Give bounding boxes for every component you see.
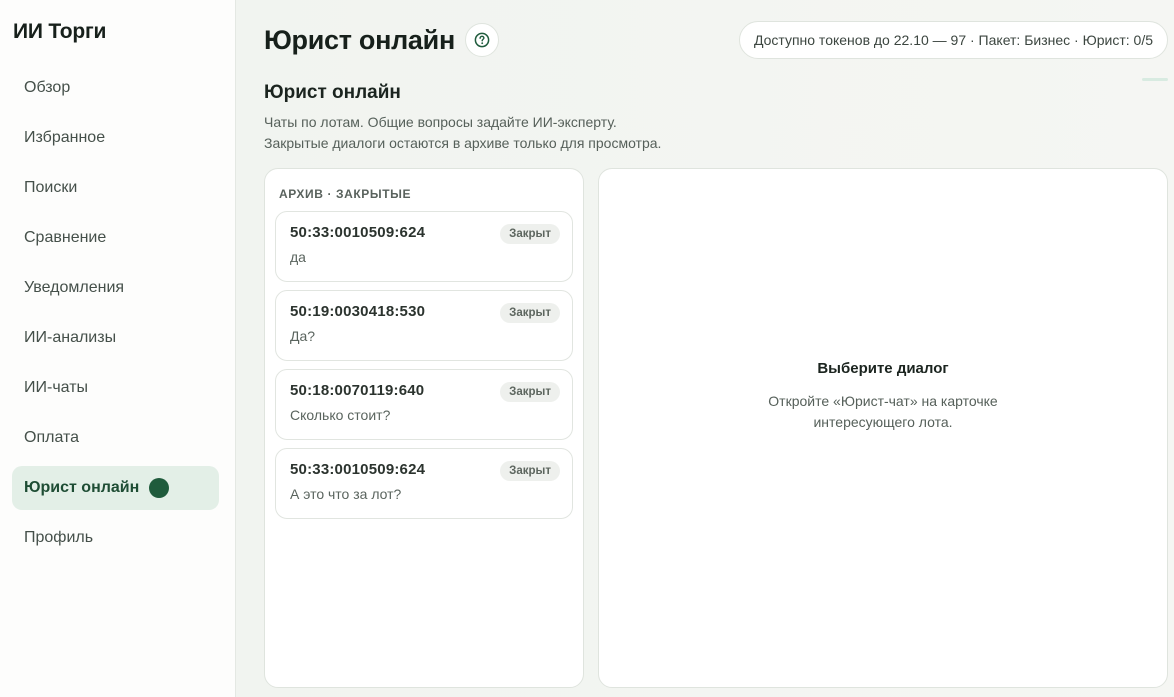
sidebar-item-favorites[interactable]: Избранное [12, 116, 219, 160]
section-description-line: Чаты по лотам. Общие вопросы задайте ИИ-… [264, 114, 617, 130]
sidebar-item-lawyer-online[interactable]: Юрист онлайн [12, 466, 219, 510]
section-title: Юрист онлайн [264, 82, 401, 103]
sidebar-item-label: Уведомления [24, 279, 125, 296]
empty-state-title: Выберите диалог [817, 359, 949, 377]
chat-preview: да [290, 249, 306, 265]
sidebar-item-ai-chats[interactable]: ИИ-чаты [12, 366, 219, 410]
sidebar-item-label: ИИ-чаты [24, 379, 89, 396]
sidebar-item-label: Юрист онлайн [24, 479, 140, 496]
chat-list-item[interactable]: 50:33:0010509:624 да Закрыт [275, 211, 573, 282]
sidebar-item-notifications[interactable]: Уведомления [12, 266, 219, 310]
sidebar-item-label: Оплата [24, 429, 80, 446]
chat-list-panel: Архив · закрытые 50:33:0010509:624 да За… [264, 168, 584, 688]
status-badge: Закрыт [500, 461, 560, 481]
sidebar-item-profile[interactable]: Профиль [12, 516, 219, 560]
sidebar-item-label: Профиль [24, 529, 94, 546]
section-description-line: Закрытые диалоги остаются в архиве тольк… [264, 135, 662, 151]
chat-list-item[interactable]: 50:19:0030418:530 Да? Закрыт [275, 290, 573, 361]
app-root: ИИ Торги Обзор Избранное Поиски Сравнени… [0, 0, 1174, 697]
sidebar-item-ai-analyses[interactable]: ИИ-анализы [12, 316, 219, 360]
empty-state-description: Откройте «Юрист-чат» на карточке интерес… [768, 392, 998, 430]
sidebar-item-comparison[interactable]: Сравнение [12, 216, 219, 260]
status-badge: Закрыт [500, 224, 560, 244]
decorative-line [1142, 78, 1168, 81]
section-description: Чаты по лотам. Общие вопросы задайте ИИ-… [264, 112, 1174, 154]
page-title: Юрист онлайн [264, 24, 455, 55]
chat-preview: А это что за лот? [290, 486, 402, 502]
brand-logo: ИИ Торги [13, 20, 107, 43]
chat-detail-panel: Выберите диалог Откройте «Юрист-чат» на … [598, 168, 1168, 688]
status-badge: Закрыт [500, 303, 560, 323]
chat-list-item[interactable]: 50:33:0010509:624 А это что за лот? Закр… [275, 448, 573, 519]
sidebar-item-searches[interactable]: Поиски [12, 166, 219, 210]
tokens-status-pill: Доступно токенов до 22.10 — 97 · Пакет: … [738, 21, 1168, 59]
status-badge: Закрыт [500, 382, 560, 402]
sidebar-nav: Обзор Избранное Поиски Сравнение Уведомл… [12, 66, 219, 566]
sidebar-item-label: Избранное [24, 129, 106, 146]
sidebar: ИИ Торги Обзор Избранное Поиски Сравнени… [0, 0, 236, 697]
active-indicator-dot [149, 478, 170, 498]
main-content: Юрист онлайн Доступно токенов до 22.10 —… [236, 0, 1174, 697]
sidebar-item-overview[interactable]: Обзор [12, 66, 219, 110]
question-circle-icon [474, 32, 490, 48]
sidebar-item-label: Обзор [24, 79, 71, 96]
sidebar-item-label: Поиски [24, 179, 78, 196]
archive-heading: Архив · закрытые [279, 187, 412, 201]
chat-preview: Сколько стоит? [290, 407, 391, 423]
chat-panels: Архив · закрытые 50:33:0010509:624 да За… [264, 168, 1168, 688]
help-button[interactable] [464, 23, 499, 57]
page-header: Юрист онлайн Доступно токенов до 22.10 —… [264, 0, 1174, 81]
chat-preview: Да? [290, 328, 316, 344]
chat-list-item[interactable]: 50:18:0070119:640 Сколько стоит? Закрыт [275, 369, 573, 440]
sidebar-item-label: ИИ-анализы [24, 329, 117, 346]
sidebar-item-payment[interactable]: Оплата [12, 416, 219, 460]
sidebar-item-label: Сравнение [24, 229, 107, 246]
